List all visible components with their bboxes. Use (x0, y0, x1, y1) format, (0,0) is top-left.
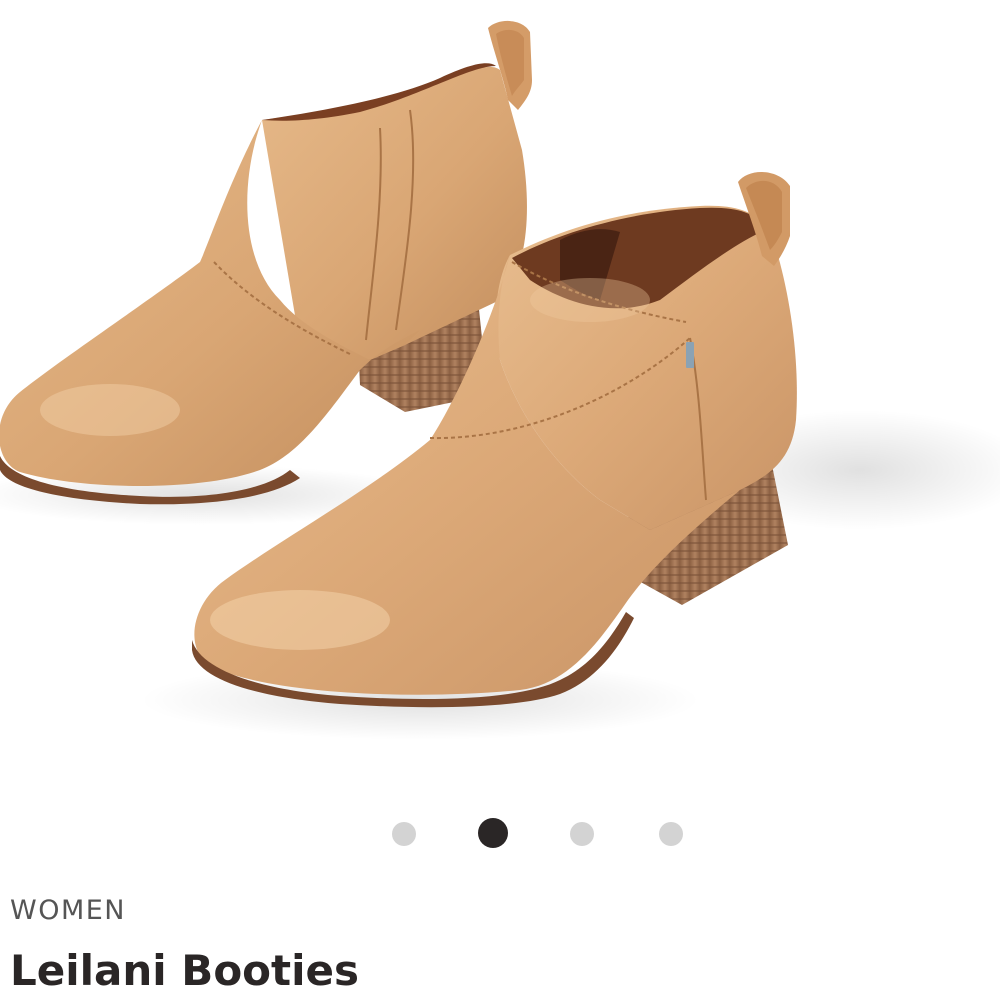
carousel-dot-1[interactable] (392, 822, 416, 846)
carousel-dot-2-active[interactable] (478, 818, 508, 848)
carousel-dot-3[interactable] (570, 822, 594, 846)
product-image[interactable] (0, 0, 1000, 800)
product-title: Leilani Booties (10, 946, 359, 995)
product-page: WOMEN Leilani Booties (0, 0, 1000, 1000)
carousel-pagination (0, 818, 1000, 848)
carousel-dot-4[interactable] (659, 822, 683, 846)
product-category: WOMEN (10, 895, 127, 926)
